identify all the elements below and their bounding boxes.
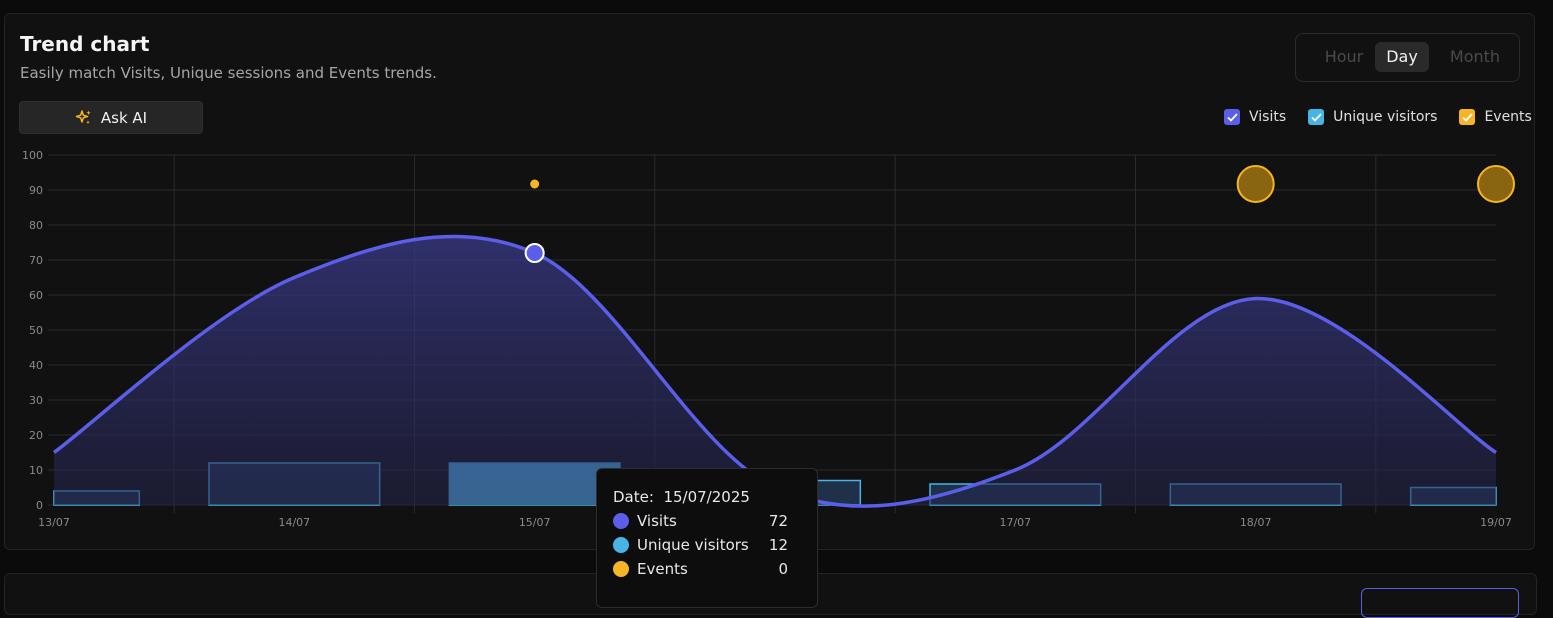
tooltip-date: Date: 15/07/2025 (613, 488, 750, 506)
y-tick-label: 60 (29, 289, 43, 302)
events-bubble (1236, 165, 1275, 203)
tooltip-label: Unique visitors (637, 536, 749, 554)
tooltip-date-label: Date: (613, 488, 654, 506)
visits-active-point (524, 243, 545, 263)
tooltip-value: 0 (778, 560, 788, 578)
y-tick-label: 10 (29, 464, 43, 477)
visits-area (54, 236, 1496, 507)
tooltip-value: 12 (768, 536, 788, 554)
x-tick-label: 17/07 (999, 516, 1031, 529)
tooltip-row-events: Events 0 (613, 560, 788, 578)
y-tick-label: 30 (29, 394, 43, 407)
tooltip-label: Events (637, 560, 688, 578)
y-tick-label: 90 (29, 184, 43, 197)
chart-tooltip: Date: 15/07/2025 Visits 72 Unique visito… (596, 468, 818, 608)
y-tick-label: 20 (29, 429, 43, 442)
unique-visitors-dot-icon (613, 537, 629, 553)
x-tick-label: 15/07 (519, 516, 551, 529)
tooltip-row-visits: Visits 72 (613, 512, 788, 530)
y-tick-label: 80 (29, 219, 43, 232)
events-bubble (1477, 165, 1515, 203)
y-tick-label: 0 (36, 499, 43, 512)
tooltip-value: 72 (768, 512, 788, 530)
y-tick-label: 70 (29, 254, 43, 267)
x-tick-label: 14/07 (278, 516, 310, 529)
y-tick-label: 100 (22, 149, 43, 162)
tooltip-row-unique-visitors: Unique visitors 12 (613, 536, 788, 554)
y-tick-label: 50 (29, 324, 43, 337)
x-tick-label: 13/07 (38, 516, 70, 529)
x-tick-label: 19/07 (1480, 516, 1512, 529)
y-tick-label: 40 (29, 359, 43, 372)
x-tick-label: 18/07 (1240, 516, 1272, 529)
tooltip-label: Visits (637, 512, 677, 530)
events-bubble (530, 179, 540, 189)
events-dot-icon (613, 561, 629, 577)
tooltip-date-value: 15/07/2025 (663, 488, 750, 506)
visits-dot-icon (613, 513, 629, 529)
